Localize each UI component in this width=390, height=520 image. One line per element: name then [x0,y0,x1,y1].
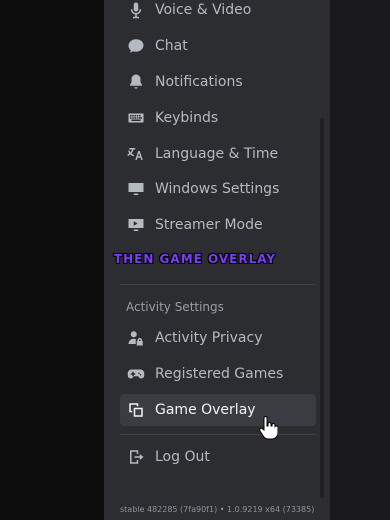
nav-item-game-overlay[interactable]: Game Overlay [120,394,316,426]
hand-pointer-icon [259,416,278,440]
nav-item-keybinds[interactable]: Keybinds [120,102,316,134]
bell-icon [126,72,146,92]
nav-item-activity-privacy[interactable]: Activity Privacy [120,322,316,354]
translate-icon [126,144,146,164]
nav-item-label: Activity Privacy [155,330,263,346]
nav-item-windows-settings[interactable]: Windows Settings [120,173,316,205]
section-divider [120,434,316,435]
nav-item-label: Voice & Video [155,2,252,18]
keyboard-icon [126,108,146,128]
nav-item-registered-games[interactable]: Registered Games [120,358,316,390]
nav-item-notifications[interactable]: Notifications [120,66,316,98]
nav-item-label: Windows Settings [155,181,280,197]
overlay-icon [126,400,146,420]
nav-item-label: Registered Games [155,366,284,382]
logout-icon [126,447,146,467]
sidebar-scrollbar[interactable] [320,118,324,498]
version-info: stable 482285 (7fa90f1) • 1.0.9219 x64 (… [120,505,315,514]
gamepad-icon [126,364,146,384]
nav-item-label: Streamer Mode [155,217,263,233]
nav-item-label: Log Out [155,449,210,465]
nav-item-label: Game Overlay [155,402,256,418]
microphone-icon [126,0,146,20]
nav-item-chat[interactable]: Chat [120,30,316,62]
nav-item-log-out[interactable]: Log Out [120,441,316,473]
activity-settings-header: Activity Settings [126,300,224,314]
nav-item-label: Notifications [155,74,243,90]
nav-item-label: Chat [155,38,188,54]
nav-item-label: Language & Time [155,146,279,162]
chat-bubble-icon [126,36,146,56]
section-divider [120,284,316,285]
person-lock-icon [126,328,146,348]
nav-item-label: Keybinds [155,110,219,126]
streamer-monitor-icon [126,215,146,235]
video-caption: THEN GAME OVERLAY [113,252,277,266]
nav-item-language-time[interactable]: Language & Time [120,138,316,170]
nav-item-streamer-mode[interactable]: Streamer Mode [120,209,316,241]
monitor-icon [126,179,146,199]
nav-item-voice-video[interactable]: Voice & Video [120,0,316,26]
